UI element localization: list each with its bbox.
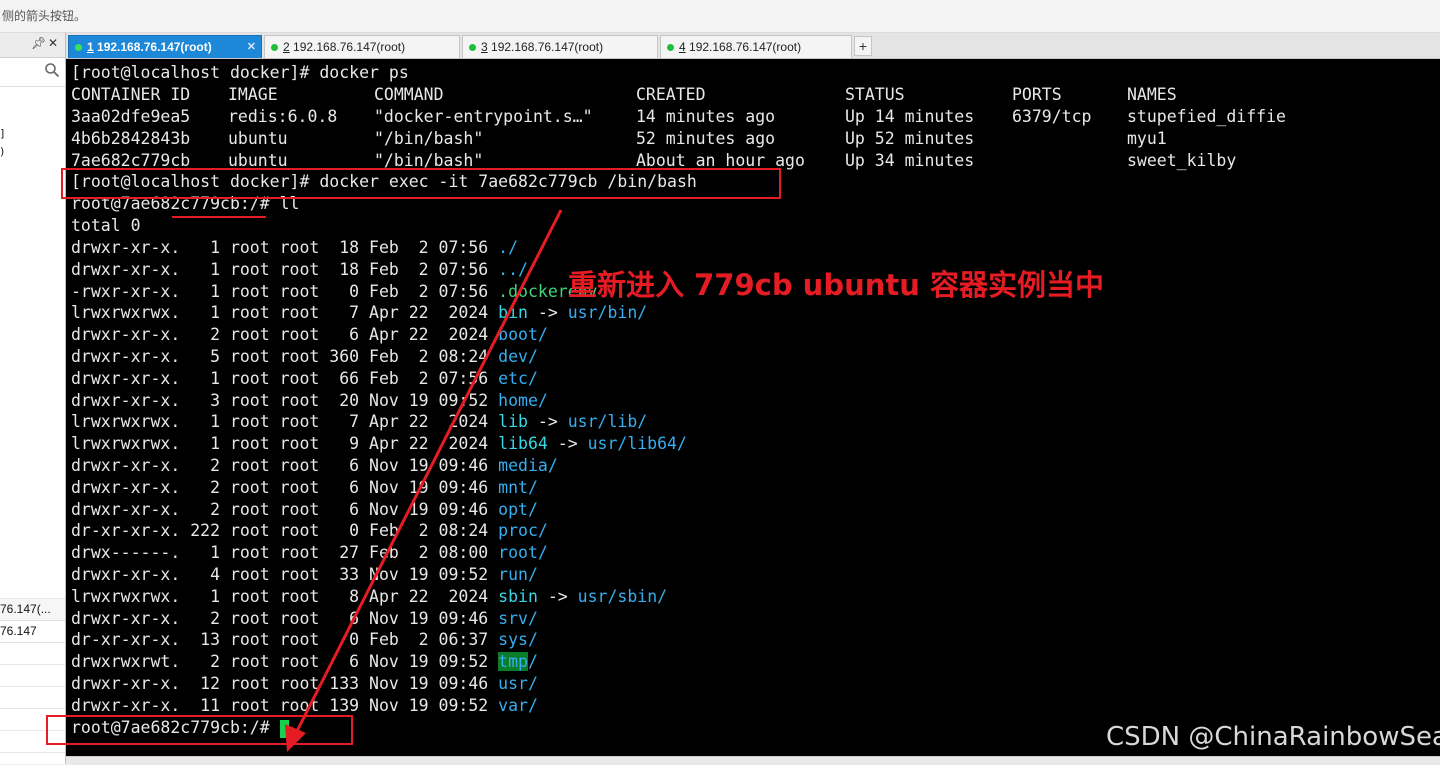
annotation-arrow bbox=[285, 209, 563, 752]
watermark: CSDN @ChinaRainbowSea bbox=[1106, 722, 1440, 752]
annotation-text: 重新进入 779cb ubuntu 容器实例当中 bbox=[568, 268, 1104, 302]
